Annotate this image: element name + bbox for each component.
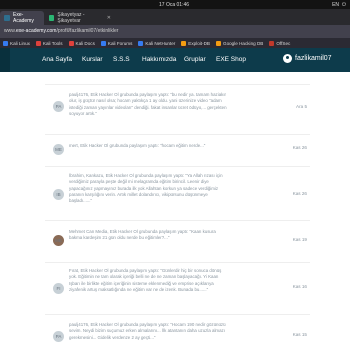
power-icon[interactable]: ⏻ — [342, 2, 346, 8]
close-tab-icon[interactable]: ✕ — [107, 15, 111, 21]
avatar[interactable]: IB — [53, 189, 64, 200]
nav-groups[interactable]: Gruplar — [184, 56, 206, 63]
site-navbar: Ana Sayfa Kurslar S.S.S Hakkımızda Grupl… — [0, 48, 350, 72]
bookmark-kali-tools[interactable]: Kali Tools — [35, 40, 63, 46]
bookmark-google-hacking-db[interactable]: Google Hacking DB — [216, 40, 263, 46]
nav-shop[interactable]: EXE Shop — [216, 56, 246, 63]
os-top-bar: 17 Oca 01:46 EN ⏻ — [0, 0, 350, 9]
browser-tab-active[interactable]: Exe-Academy — [0, 11, 44, 25]
activity-feed: PA paulj4176, Etik Hacker Ol grubunda pa… — [0, 72, 350, 350]
activity-text: Mehmet Can Media, Etik Hacker Ol grubund… — [69, 229, 216, 241]
bookmark-kali-docs[interactable]: Kali Docs — [68, 40, 95, 46]
activity-item: ME mert, Etik Hacker Ol grubunda paylaşı… — [45, 134, 310, 166]
tab-title: Exe-Academy — [12, 12, 34, 24]
bookmark-exploit-db[interactable]: Exploit-DB — [181, 40, 210, 46]
activity-text: Fırat, Etik Hacker Ol grubunda paylaşım … — [69, 268, 222, 292]
nav-about[interactable]: Hakkımızda — [142, 56, 176, 63]
activity-item: IB İbrahim, Kankazu, Etik Hacker Ol grub… — [45, 166, 310, 220]
username: fazlikamil07 — [295, 55, 332, 62]
bookmark-kali-nethunter[interactable]: Kali NetHunter — [138, 40, 175, 46]
avatar[interactable]: FI — [53, 283, 64, 294]
avatar[interactable]: PA — [53, 331, 64, 342]
nav-home[interactable]: Ana Sayfa — [42, 56, 72, 63]
activity-item: PA paulj4176, Etik Hacker Ol grubunda pa… — [45, 84, 310, 134]
activity-date: Kas 15 — [292, 332, 307, 337]
browser-tab[interactable]: Şikayetyaz - Şikayetvar ✕ — [45, 11, 115, 25]
address-bar[interactable]: www.exe-academy.com/profil/fazlikamil07/… — [0, 25, 350, 38]
browser-tab-strip: Exe-Academy Şikayetyaz - Şikayetvar ✕ — [0, 9, 350, 25]
bookmark-kali-linux[interactable]: Kali Linux — [3, 40, 30, 46]
avatar[interactable]: ME — [53, 144, 64, 155]
activity-item: PA paulj4176, Etik Hacker Ol grubunda pa… — [45, 314, 310, 350]
site-favicon-icon — [49, 15, 55, 21]
tab-title: Şikayetyaz - Şikayetvar — [57, 12, 85, 24]
bookmark-kali-forums[interactable]: Kali Forums — [100, 40, 132, 46]
bookmark-offsec[interactable]: OffSec — [269, 40, 290, 46]
site-logo[interactable] — [0, 48, 10, 72]
activity-date: Kas 26 — [292, 145, 307, 150]
avatar[interactable]: PA — [53, 101, 64, 112]
nav-faq[interactable]: S.S.S — [113, 56, 130, 63]
activity-date: Ara 5 — [296, 104, 307, 109]
activity-item: FI Fırat, Etik Hacker Ol grubunda paylaş… — [45, 262, 310, 314]
activity-date: Kas 19 — [292, 237, 307, 242]
activity-text: paulj4176, Etik Hacker Ol grubunda payla… — [69, 92, 227, 116]
user-avatar-icon — [283, 54, 292, 63]
activity-item: ME Mehmet Can Media, Etik Hacker Ol grub… — [45, 220, 310, 262]
user-menu[interactable]: fazlikamil07 — [283, 54, 332, 63]
keyboard-layout-indicator[interactable]: EN — [332, 2, 339, 8]
os-clock: 17 Oca 01:46 — [159, 2, 190, 8]
activity-date: Kas 16 — [292, 284, 307, 289]
activity-text: İbrahim, Kankazu, Etik Hacker Ol grubund… — [69, 173, 223, 204]
activity-text: paulj4176, Etik Hacker Ol grubunda payla… — [69, 322, 226, 340]
site-favicon-icon — [4, 15, 10, 21]
activity-text: mert, Etik Hacker Ol grubunda paylaşım y… — [69, 143, 206, 148]
nav-courses[interactable]: Kurslar — [82, 56, 103, 63]
activity-date: Kas 26 — [292, 191, 307, 196]
url-text: www.exe-academy.com/profil/fazlikamil07/… — [4, 28, 119, 34]
avatar[interactable]: ME — [53, 235, 64, 246]
bookmarks-bar: Kali Linux Kali Tools Kali Docs Kali For… — [0, 38, 350, 48]
